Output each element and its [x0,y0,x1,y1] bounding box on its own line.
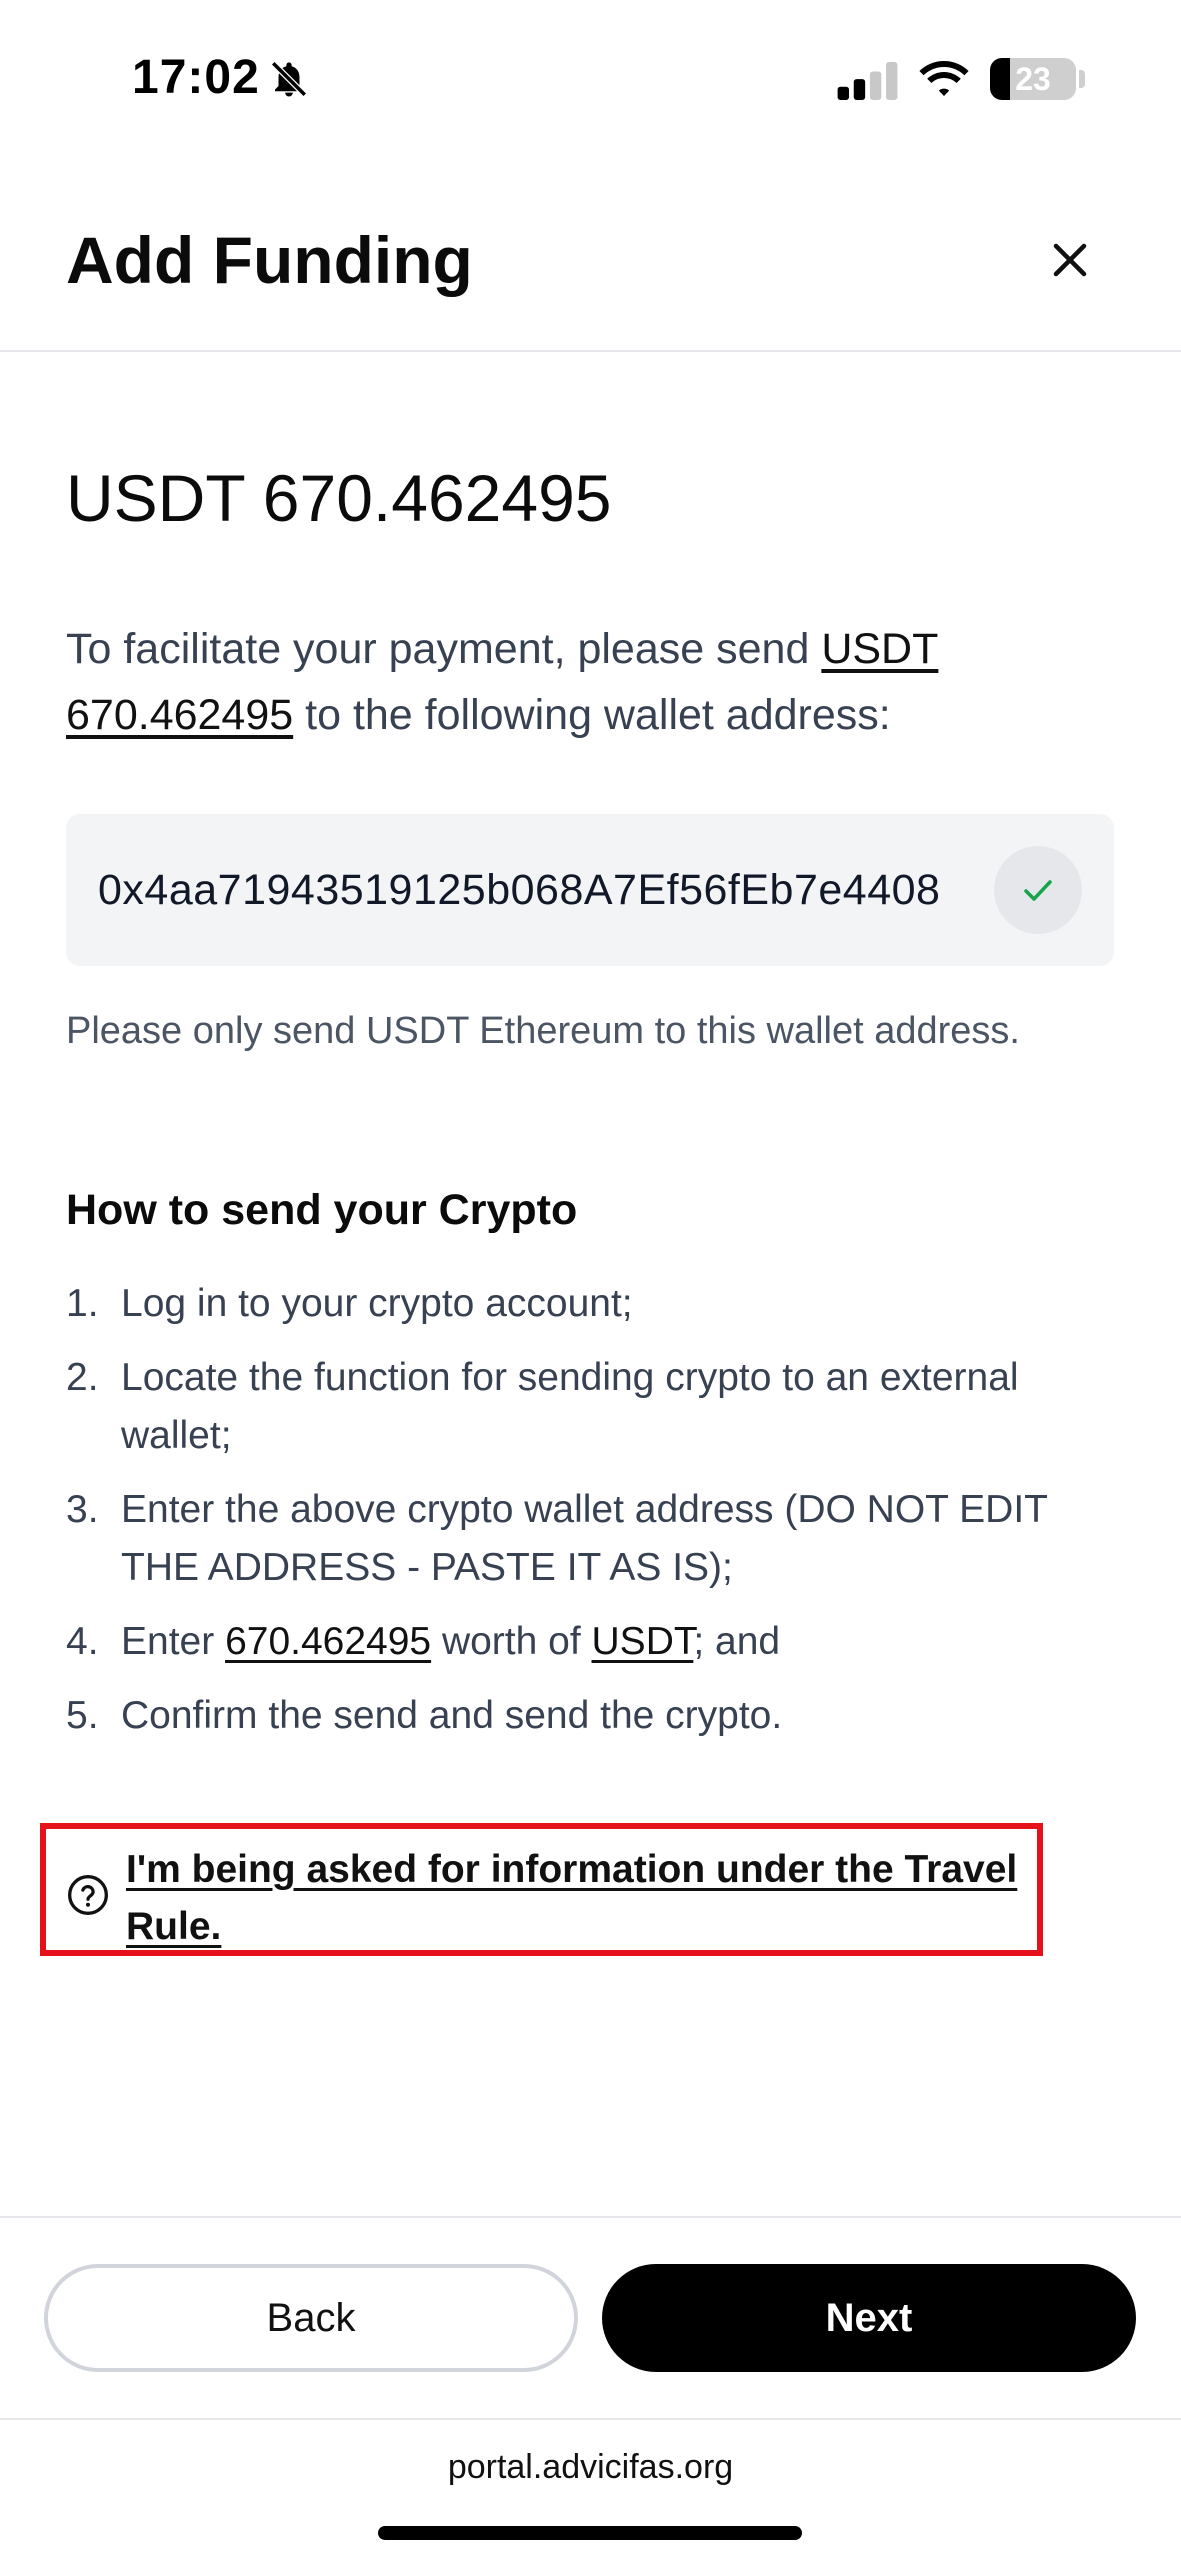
cellular-signal-icon [837,62,898,100]
battery-nub [1079,70,1085,88]
bell-slash-icon [271,61,307,97]
list-item: 2. Locate the function for sending crypt… [66,1349,1126,1465]
step-number: 4. [66,1620,99,1663]
list-item: 3. Enter the above crypto wallet address… [66,1481,1126,1597]
step-text: Confirm the send and send the crypto. [121,1694,783,1737]
step-number: 3. [66,1488,99,1531]
back-button[interactable]: Back [44,2264,578,2372]
travel-rule-link[interactable]: I'm being asked for information under th… [126,1841,1026,1955]
wallet-address[interactable]: 0x4aa71943519125b068A7Ef56fEb7e4408 [98,814,976,966]
travel-rule-highlight: I'm being asked for information under th… [40,1823,1043,1956]
step-text: Log in to your crypto account; [121,1282,633,1325]
instruction-suffix: to the following wallet address: [293,691,891,739]
step-amount-link[interactable]: 670.462495 [225,1620,431,1663]
wifi-icon [919,61,969,96]
next-button[interactable]: Next [602,2264,1136,2372]
instruction-prefix: To facilitate your payment, please send [66,625,822,673]
step-number: 1. [66,1282,99,1325]
browser-url[interactable]: portal.advicifas.org [0,2448,1181,2487]
amount-heading: USDT 670.462495 [66,461,612,535]
wallet-network-note: Please only send USDT Ethereum to this w… [66,1010,1020,1052]
list-item: 5. Confirm the send and send the crypto. [66,1687,1126,1745]
modal-header: Add Funding [0,190,1181,352]
how-to-steps: 1. Log in to your crypto account; 2. Loc… [66,1275,1126,1761]
close-button[interactable] [1040,230,1100,290]
list-item: 1. Log in to your crypto account; [66,1275,1126,1333]
list-item: 4. Enter 670.462495 worth of USDT; and [66,1613,1126,1671]
help-circle-icon [68,1875,108,1915]
step-text-prefix: Enter [121,1620,226,1663]
step-number: 5. [66,1694,99,1737]
close-icon [1053,243,1087,277]
step-text: Locate the function for sending crypto t… [121,1356,1019,1457]
page-title: Add Funding [66,223,473,297]
battery-icon: 23 [990,58,1076,100]
home-indicator[interactable] [378,2526,802,2540]
copy-address-button[interactable] [994,846,1082,934]
status-time: 17:02 [132,51,260,104]
step-text-middle: worth of [431,1620,592,1663]
action-bar: Back Next [0,2216,1181,2420]
step-number: 2. [66,1356,99,1399]
check-icon [1024,880,1052,901]
wallet-address-box: 0x4aa71943519125b068A7Ef56fEb7e4408 [66,814,1114,966]
status-bar: 17:02 23 [0,0,1181,150]
battery-percent: 23 [1015,61,1051,97]
step-currency-link[interactable]: USDT [592,1620,694,1663]
how-to-title: How to send your Crypto [66,1186,578,1234]
step-text-suffix: ; and [693,1620,781,1663]
step-text: Enter the above crypto wallet address (D… [121,1488,1048,1589]
payment-instruction: To facilitate your payment, please send … [66,616,1126,748]
